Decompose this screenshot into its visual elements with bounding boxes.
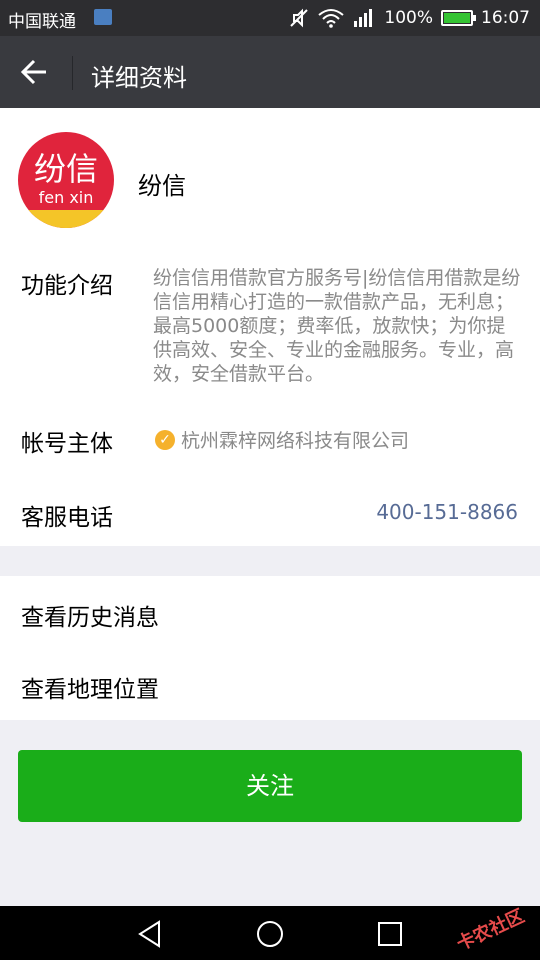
avatar[interactable]: 纷信 fen xin bbox=[18, 132, 114, 228]
battery-percent: 100% bbox=[384, 8, 433, 28]
battery-icon bbox=[441, 10, 476, 26]
mute-icon bbox=[290, 8, 309, 28]
phone-number[interactable]: 400-151-8866 bbox=[376, 500, 518, 524]
account-owner-value: 杭州霖梓网络科技有限公司 bbox=[181, 430, 410, 452]
status-bar: 中国联通 100% 16:07 bbox=[0, 0, 540, 36]
actions-section: 查看历史消息 查看地理位置 bbox=[0, 576, 540, 720]
signal-4g-icon bbox=[354, 9, 373, 27]
carrier-name: 中国联通 bbox=[8, 12, 76, 32]
follow-button[interactable]: 关注 bbox=[18, 750, 522, 822]
wifi-icon bbox=[318, 9, 345, 28]
profile-card: 纷信 fen xin 纷信 bbox=[0, 108, 540, 252]
nav-home-icon[interactable] bbox=[255, 919, 285, 949]
account-owner-label: 帐号主体 bbox=[21, 431, 113, 457]
info-section: 功能介绍 纷信信用借款官方服务号|纷信信用借款是纷信信用精心打造的一款借款产品，… bbox=[0, 252, 540, 546]
verified-check-icon: ✓ bbox=[155, 429, 175, 450]
nav-recents-icon[interactable] bbox=[375, 919, 405, 949]
header-divider bbox=[72, 56, 73, 90]
view-history-button[interactable]: 查看历史消息 bbox=[21, 598, 159, 632]
app-header: 详细资料 bbox=[0, 36, 540, 108]
account-owner[interactable]: ✓ 杭州霖梓网络科技有限公司 bbox=[155, 426, 409, 453]
avatar-decoration bbox=[18, 210, 114, 228]
sim-notification-icon bbox=[94, 9, 112, 25]
account-name: 纷信 bbox=[138, 172, 186, 200]
watermark: 卡农社区 bbox=[453, 905, 528, 956]
system-nav-bar: 卡农社区 bbox=[0, 906, 540, 960]
clock: 16:07 bbox=[481, 8, 530, 28]
intro-label: 功能介绍 bbox=[21, 273, 113, 299]
phone-label: 客服电话 bbox=[21, 505, 113, 531]
avatar-logo-subtext: fen xin bbox=[38, 188, 94, 207]
nav-back-icon[interactable] bbox=[135, 919, 165, 949]
view-location-button[interactable]: 查看地理位置 bbox=[21, 670, 159, 704]
back-arrow-icon[interactable] bbox=[18, 56, 54, 88]
avatar-logo-text: 纷信 bbox=[33, 150, 98, 188]
intro-text: 纷信信用借款官方服务号|纷信信用借款是纷信信用精心打造的一款借款产品，无利息；最… bbox=[153, 267, 521, 385]
page-title: 详细资料 bbox=[91, 64, 187, 92]
